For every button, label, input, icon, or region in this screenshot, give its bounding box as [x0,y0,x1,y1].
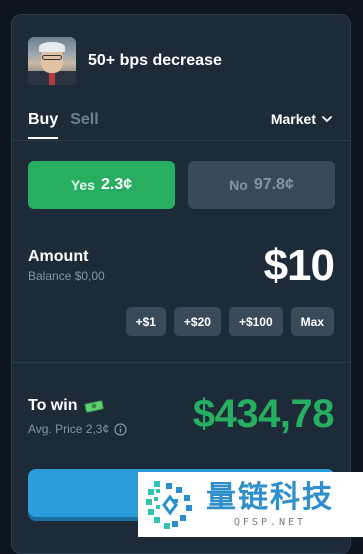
tab-sell[interactable]: Sell [70,111,98,139]
to-win-label: To win [28,397,105,415]
balance-text: Balance $0,00 [28,269,105,283]
to-win-value: $434,78 [192,392,335,436]
avg-price-text: Avg. Price 2,3¢ [28,422,110,436]
order-type-label: Market [270,111,316,127]
watermark-text: 量链科技 [206,480,334,515]
chevron-down-icon [322,115,332,122]
add-1-button[interactable]: +$1 [125,307,166,336]
watermark-url: QFSP.NET [233,517,307,528]
market-header: 50+ bps decrease [28,37,222,85]
divider [12,362,350,363]
money-icon [85,400,105,413]
no-label: No [229,177,248,193]
no-outcome-button[interactable]: No 97.8¢ [188,161,335,209]
yes-price: 2.3¢ [101,176,133,193]
add-20-button[interactable]: +$20 [173,307,221,336]
tab-buy[interactable]: Buy [28,111,59,139]
avg-price: Avg. Price 2,3¢ [28,422,127,436]
no-price: 97.8¢ [253,176,294,193]
yes-outcome-button[interactable]: Yes 2.3¢ [28,161,175,209]
amount-input[interactable]: $10 [264,241,335,291]
market-title: 50+ bps decrease [88,52,222,69]
divider [12,140,350,141]
info-icon[interactable] [114,422,127,436]
amount-label: Amount [28,248,89,265]
order-type-dropdown[interactable]: Market [271,111,332,127]
max-button[interactable]: Max [290,307,334,336]
market-avatar [28,37,76,85]
buy-sell-tabs: Buy Sell [28,111,111,139]
watermark-logo-icon [146,480,192,529]
add-100-button[interactable]: +$100 [228,307,283,336]
watermark: 量链科技 QFSP.NET [138,472,363,537]
to-win-text: To win [28,397,78,414]
yes-label: Yes [70,177,95,193]
quick-add-buttons: +$1 +$20 +$100 Max [118,307,334,336]
